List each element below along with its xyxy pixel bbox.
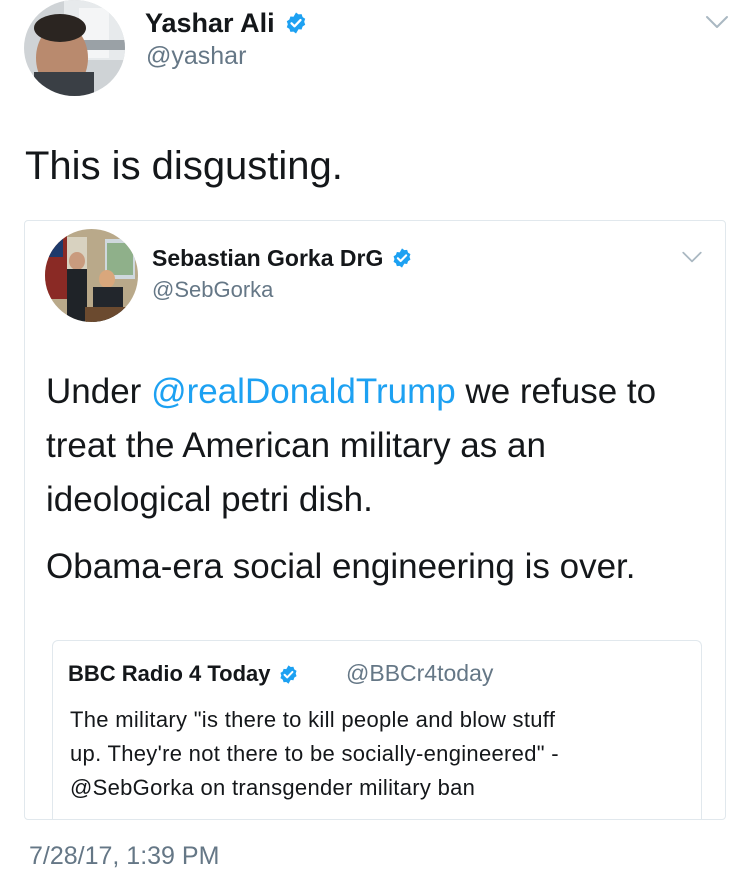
tweet-author-row: Yashar Ali [145, 6, 308, 40]
tweet-author-name[interactable]: Yashar Ali [145, 8, 275, 39]
tweet-author-handle[interactable]: @yashar [146, 42, 246, 71]
quoted-paragraph-2: Obama-era social engineering is over. [46, 547, 636, 586]
quoted-paragraph-1-line-1: Under @realDonaldTrump we refuse to [46, 365, 706, 419]
verified-badge-icon [284, 11, 308, 35]
avatar-yashar[interactable] [24, 0, 125, 96]
nested-author-row: BBC Radio 4 Today [68, 659, 299, 689]
chevron-down-icon[interactable] [705, 14, 729, 30]
nested-author-handle[interactable]: @BBCr4today [346, 660, 493, 687]
quoted-text-fragment: Under [46, 372, 152, 411]
quoted-paragraph-1-line-3: ideological petri dish. [46, 480, 373, 519]
nested-quote-text: The military "is there to kill people an… [70, 703, 690, 805]
verified-badge-icon [278, 664, 299, 685]
chevron-down-icon[interactable] [681, 250, 703, 264]
tweet-timestamp[interactable]: 7/28/17, 1:39 PM [29, 842, 219, 871]
nested-text-line: @SebGorka on transgender military ban [70, 775, 476, 800]
mention-link[interactable]: @realDonaldTrump [151, 372, 456, 411]
nested-text-line: The military "is there to kill people an… [70, 707, 556, 732]
quoted-author-row: Sebastian Gorka DrG [152, 243, 413, 273]
quoted-author-name[interactable]: Sebastian Gorka DrG [152, 245, 383, 272]
quoted-tweet-text: Under @realDonaldTrump we refuse to trea… [46, 365, 706, 594]
quoted-paragraph-1-line-2: treat the American military as an [46, 426, 546, 465]
verified-badge-icon [391, 247, 413, 269]
quoted-text-fragment: we refuse to [455, 372, 657, 411]
nested-author-name[interactable]: BBC Radio 4 Today [68, 661, 271, 687]
quoted-author-handle[interactable]: @SebGorka [152, 277, 273, 303]
tweet-text: This is disgusting. [25, 144, 343, 188]
nested-text-line: up. They're not there to be socially-eng… [70, 741, 559, 766]
avatar-sebgorka[interactable] [45, 229, 138, 322]
